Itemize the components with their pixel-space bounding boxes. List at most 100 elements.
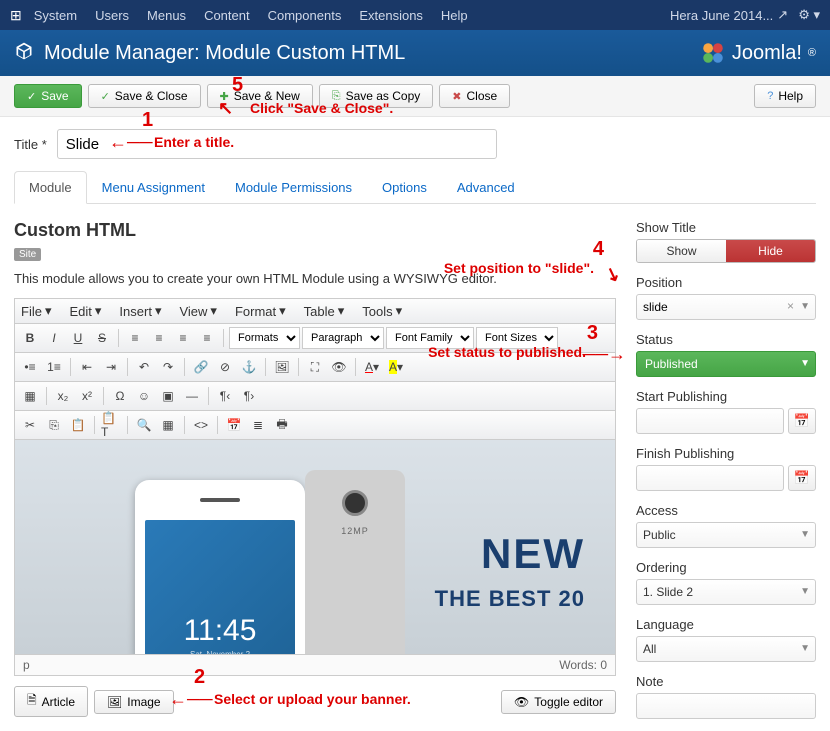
strikethrough-icon[interactable]: S xyxy=(91,327,113,349)
topmenu-components[interactable]: Components xyxy=(268,8,342,23)
settings-icon[interactable]: ⚙ ▾ xyxy=(798,7,820,23)
table-icon[interactable]: ▦ xyxy=(19,385,41,407)
title-input[interactable] xyxy=(57,129,497,159)
fullscreen-icon[interactable]: ⛶ xyxy=(304,356,326,378)
editor-menu-file[interactable]: File ▾ xyxy=(21,303,51,319)
ordering-select[interactable]: 1. Slide 2 xyxy=(636,579,816,605)
align-center-icon[interactable]: ≡ xyxy=(148,327,170,349)
undo-icon[interactable]: ↶ xyxy=(133,356,155,378)
start-pub-input[interactable] xyxy=(636,408,784,434)
hide-option[interactable]: Hide xyxy=(726,240,815,262)
italic-icon[interactable]: I xyxy=(43,327,65,349)
indent-icon[interactable]: ⇥ xyxy=(100,356,122,378)
show-title-toggle[interactable]: Show Hide xyxy=(636,239,816,263)
finish-pub-input[interactable] xyxy=(636,465,784,491)
chevron-down-icon[interactable]: ▼ xyxy=(800,529,810,540)
rtl-icon[interactable]: ¶› xyxy=(238,385,260,407)
help-button[interactable]: ?Help xyxy=(754,84,816,108)
note-input[interactable] xyxy=(636,693,816,719)
close-button[interactable]: ✖Close xyxy=(439,84,510,108)
save-button[interactable]: ✓Save xyxy=(14,84,82,108)
editor-toolbar-1: B I U S ≡ ≡ ≡ ≡ Formats Paragraph Font F… xyxy=(15,324,615,353)
save-close-button[interactable]: ✓Save & Close xyxy=(88,84,201,108)
action-toolbar: ✓Save ✓Save & Close ✚Save & New ⎘Save as… xyxy=(0,76,830,117)
show-option[interactable]: Show xyxy=(637,240,726,262)
tab-options[interactable]: Options xyxy=(367,171,442,203)
align-right-icon[interactable]: ≡ xyxy=(172,327,194,349)
textcolor-icon[interactable]: A▾ xyxy=(361,356,383,378)
editor-menu-insert[interactable]: Insert ▾ xyxy=(119,303,161,319)
editor-path[interactable]: p xyxy=(23,658,30,672)
underline-icon[interactable]: U xyxy=(67,327,89,349)
editor-content[interactable]: 11:45 Sat, November 2 12MP NEW THE BEST … xyxy=(15,440,615,654)
tab-module[interactable]: Module xyxy=(14,171,87,204)
save-new-button[interactable]: ✚Save & New xyxy=(207,84,313,108)
anchor-icon[interactable]: ⚓ xyxy=(238,356,260,378)
site-link[interactable]: Hera June 2014...↗ xyxy=(670,7,788,23)
paste-icon[interactable]: 📋 xyxy=(67,414,89,436)
formats-select[interactable]: Formats xyxy=(229,327,300,349)
tab-advanced[interactable]: Advanced xyxy=(442,171,530,203)
arrow-icon: ←── xyxy=(169,689,213,710)
link-icon[interactable]: 🔗 xyxy=(190,356,212,378)
find-icon[interactable]: 🔍 xyxy=(133,414,155,436)
align-justify-icon[interactable]: ≡ xyxy=(196,327,218,349)
image-icon[interactable]: 🖼 xyxy=(271,356,293,378)
number-list-icon[interactable]: 1≡ xyxy=(43,356,65,378)
charmap-icon[interactable]: Ω xyxy=(109,385,131,407)
blocks-icon[interactable]: ▦ xyxy=(157,414,179,436)
paragraph-select[interactable]: Paragraph xyxy=(302,327,384,349)
cancel-icon: ✖ xyxy=(452,90,461,103)
chevron-down-icon[interactable]: ▼ xyxy=(800,643,810,654)
ltr-icon[interactable]: ¶‹ xyxy=(214,385,236,407)
save-copy-button[interactable]: ⎘Save as Copy xyxy=(319,84,434,108)
topmenu-system[interactable]: System xyxy=(34,8,77,23)
topmenu-content[interactable]: Content xyxy=(204,8,250,23)
align-left-icon[interactable]: ≡ xyxy=(124,327,146,349)
tab-module-permissions[interactable]: Module Permissions xyxy=(220,171,367,203)
editor-menu-table[interactable]: Table ▾ xyxy=(304,303,345,319)
redo-icon[interactable]: ↷ xyxy=(157,356,179,378)
status-select[interactable]: Published xyxy=(636,351,816,377)
topmenu-help[interactable]: Help xyxy=(441,8,468,23)
tab-menu-assignment[interactable]: Menu Assignment xyxy=(87,171,220,203)
clear-icon[interactable]: × xyxy=(787,299,794,313)
source-icon[interactable]: <> xyxy=(190,414,212,436)
topmenu-extensions[interactable]: Extensions xyxy=(359,8,423,23)
pastetext-icon[interactable]: 📋T xyxy=(100,414,122,436)
print-icon[interactable]: 🖶 xyxy=(271,414,293,436)
image-button[interactable]: 🖼Image xyxy=(94,690,174,714)
outdent-icon[interactable]: ⇤ xyxy=(76,356,98,378)
chevron-down-icon[interactable]: ▼ xyxy=(800,358,810,369)
date-icon[interactable]: 📅 xyxy=(223,414,245,436)
toggle-editor-button[interactable]: 👁Toggle editor xyxy=(501,690,616,714)
editor-menu-edit[interactable]: Edit ▾ xyxy=(69,303,101,319)
superscript-icon[interactable]: x² xyxy=(76,385,98,407)
cut-icon[interactable]: ✂ xyxy=(19,414,41,436)
bullet-list-icon[interactable]: •≡ xyxy=(19,356,41,378)
preview-icon[interactable]: 👁 xyxy=(328,356,350,378)
bgcolor-icon[interactable]: A▾ xyxy=(385,356,407,378)
media-icon[interactable]: ▣ xyxy=(157,385,179,407)
editor-menu-view[interactable]: View ▾ xyxy=(179,303,216,319)
template-icon[interactable]: ≣ xyxy=(247,414,269,436)
fontfamily-select[interactable]: Font Family xyxy=(386,327,474,349)
unlink-icon[interactable]: ⊘ xyxy=(214,356,236,378)
access-select[interactable]: Public xyxy=(636,522,816,548)
topmenu-menus[interactable]: Menus xyxy=(147,8,186,23)
subscript-icon[interactable]: x₂ xyxy=(52,385,74,407)
calendar-icon[interactable]: 📅 xyxy=(788,408,816,434)
emoticon-icon[interactable]: ☺ xyxy=(133,385,155,407)
chevron-down-icon[interactable]: ▼ xyxy=(800,301,810,312)
editor-menu-tools[interactable]: Tools ▾ xyxy=(362,303,402,319)
article-button[interactable]: 🗎Article xyxy=(14,686,88,717)
editor-menu-format[interactable]: Format ▾ xyxy=(235,303,286,319)
fontsize-select[interactable]: Font Sizes xyxy=(476,327,558,349)
hr-icon[interactable]: ― xyxy=(181,385,203,407)
language-select[interactable]: All xyxy=(636,636,816,662)
chevron-down-icon[interactable]: ▼ xyxy=(800,586,810,597)
bold-icon[interactable]: B xyxy=(19,327,41,349)
calendar-icon[interactable]: 📅 xyxy=(788,465,816,491)
copy-icon[interactable]: ⎘ xyxy=(43,414,65,436)
topmenu-users[interactable]: Users xyxy=(95,8,129,23)
